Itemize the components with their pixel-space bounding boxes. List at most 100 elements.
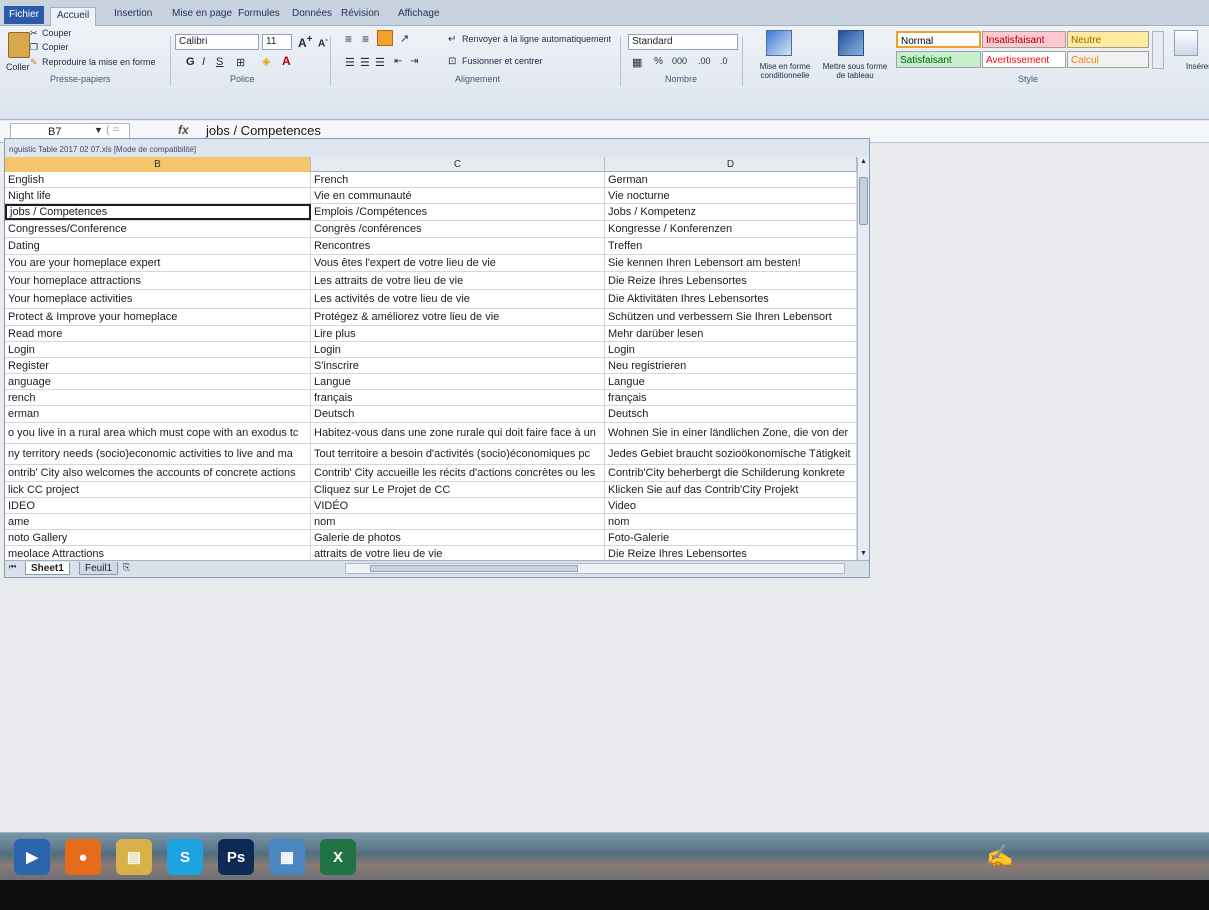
scroll-up-icon[interactable]: ▲ xyxy=(860,158,867,165)
cell-d[interactable]: nom xyxy=(605,514,857,529)
network-icon[interactable]: ▦ xyxy=(269,839,305,875)
cell-d[interactable]: Schützen und verbessern Sie Ihren Lebens… xyxy=(605,309,857,325)
cell-b[interactable]: meolace Attractions xyxy=(5,546,311,560)
column-header-c[interactable]: C xyxy=(311,157,605,172)
orientation-icon[interactable]: ↗ xyxy=(400,32,409,45)
cell-d[interactable]: Deutsch xyxy=(605,406,857,422)
decrease-indent-icon[interactable]: ⇤ xyxy=(394,56,402,67)
cell-d[interactable]: Login xyxy=(605,342,857,357)
excel-icon[interactable]: X xyxy=(320,839,356,875)
cell-b[interactable]: Read more xyxy=(5,326,311,341)
cell-d[interactable]: Klicken Sie auf das Contrib'City Projekt xyxy=(605,482,857,497)
insert-cells-button[interactable]: Insérer xyxy=(1186,62,1209,71)
firefox-icon[interactable]: ● xyxy=(65,839,101,875)
cell-b[interactable]: rench xyxy=(5,390,311,405)
cell-c[interactable]: nom xyxy=(311,514,605,529)
cell-d[interactable]: Foto-Galerie xyxy=(605,530,857,545)
font-color-icon[interactable]: A xyxy=(282,54,291,68)
cell-d[interactable]: Die Aktivitäten Ihres Lebensortes xyxy=(605,290,857,308)
styles-gallery-scroll[interactable] xyxy=(1152,31,1164,69)
decrease-decimal-icon[interactable]: .0 xyxy=(720,56,728,66)
insert-function-button[interactable]: fx xyxy=(178,123,189,137)
tab-data[interactable]: Données xyxy=(292,6,332,22)
align-right-icon[interactable]: ☰ xyxy=(375,56,385,69)
wrap-text-button[interactable]: Renvoyer à la ligne automatiquement xyxy=(462,34,611,44)
cell-c[interactable]: Vie en communauté xyxy=(311,188,605,203)
cell-b[interactable]: jobs / Competences xyxy=(5,204,311,220)
cell-c[interactable]: Vous êtes l'expert de votre lieu de vie xyxy=(311,255,605,271)
format-as-table-button[interactable]: Mettre sous forme de tableau xyxy=(820,62,890,80)
cell-b[interactable]: erman xyxy=(5,406,311,422)
pen-input-icon[interactable]: ✍ xyxy=(986,843,1013,869)
cell-d[interactable]: Wohnen Sie in einer ländlichen Zone, die… xyxy=(605,423,857,443)
cell-c[interactable]: Langue xyxy=(311,374,605,389)
format-painter-icon[interactable]: ✎ xyxy=(30,57,38,68)
column-header-d[interactable]: D xyxy=(605,157,857,172)
sheet-tab-sheet1[interactable]: Sheet1 xyxy=(25,562,70,575)
cell-d[interactable]: Vie nocturne xyxy=(605,188,857,203)
cell-d[interactable]: Jobs / Kompetenz xyxy=(605,204,857,220)
cell-b[interactable]: Protect & Improve your homeplace xyxy=(5,309,311,325)
cell-c[interactable]: Galerie de photos xyxy=(311,530,605,545)
horizontal-scrollbar[interactable] xyxy=(345,563,845,574)
cell-c[interactable]: Les attraits de votre lieu de vie xyxy=(311,272,605,289)
conditional-format-button[interactable]: Mise en forme conditionnelle xyxy=(750,62,820,80)
cell-d[interactable]: français xyxy=(605,390,857,405)
cell-b[interactable]: Congresses/Conference xyxy=(5,221,311,237)
tab-formulas[interactable]: Formules xyxy=(238,6,280,22)
cell-b[interactable]: ontrib' City also welcomes the accounts … xyxy=(5,465,311,481)
explorer-folder-icon[interactable]: ▤ xyxy=(116,839,152,875)
copy-button[interactable]: Copier xyxy=(42,42,69,52)
tab-view[interactable]: Affichage xyxy=(398,6,440,22)
cut-button[interactable]: Couper xyxy=(42,28,72,38)
cell-d[interactable]: Die Reize Ihres Lebensortes xyxy=(605,272,857,289)
tab-page-layout[interactable]: Mise en page xyxy=(172,6,232,22)
cell-c[interactable]: Rencontres xyxy=(311,238,605,254)
tab-home[interactable]: Accueil xyxy=(50,7,97,26)
cell-b[interactable]: anguage xyxy=(5,374,311,389)
cut-icon[interactable]: ✂ xyxy=(30,28,38,39)
cell-c[interactable]: attraits de votre lieu de vie xyxy=(311,546,605,560)
conditional-format-icon[interactable] xyxy=(766,30,792,56)
cell-d[interactable]: Kongresse / Konferenzen xyxy=(605,221,857,237)
cell-d[interactable]: Video xyxy=(605,498,857,513)
tab-file[interactable]: Fichier xyxy=(4,6,45,24)
cell-b[interactable]: ny territory needs (socio)economic activ… xyxy=(5,444,311,464)
format-as-table-icon[interactable] xyxy=(838,30,864,56)
cell-style-warning[interactable]: Avertissement xyxy=(982,51,1066,68)
cell-c[interactable]: Tout territoire a besoin d'activités (so… xyxy=(311,444,605,464)
italic-button[interactable]: I xyxy=(202,56,205,68)
cell-c[interactable]: Contrib' City accueille les récits d'act… xyxy=(311,465,605,481)
cell-style-good[interactable]: Satisfaisant xyxy=(896,51,981,68)
horizontal-scroll-thumb[interactable] xyxy=(370,565,578,572)
cell-d[interactable]: Mehr darüber lesen xyxy=(605,326,857,341)
align-center-icon[interactable]: ☰ xyxy=(360,56,370,69)
cell-b[interactable]: IDEO xyxy=(5,498,311,513)
cell-c[interactable]: Lire plus xyxy=(311,326,605,341)
align-left-icon[interactable]: ☰ xyxy=(345,56,355,69)
vertical-scroll-thumb[interactable] xyxy=(859,177,868,225)
cell-c[interactable]: Cliquez sur Le Projet de CC xyxy=(311,482,605,497)
tab-insert[interactable]: Insertion xyxy=(114,6,152,22)
cell-d[interactable]: German xyxy=(605,172,857,187)
cell-b[interactable]: Your homeplace activities xyxy=(5,290,311,308)
scroll-down-icon[interactable]: ▼ xyxy=(860,550,867,557)
paste-button[interactable]: Coller xyxy=(6,62,30,72)
name-box-dropdown-icon[interactable]: ▼ xyxy=(94,125,103,135)
grow-font-icon[interactable]: A+ xyxy=(298,34,313,50)
align-middle-icon[interactable]: ≡ xyxy=(362,32,369,46)
align-bottom-icon[interactable] xyxy=(377,30,393,46)
underline-button[interactable]: S xyxy=(216,56,223,68)
cell-d[interactable]: Contrib'City beherbergt die Schilderung … xyxy=(605,465,857,481)
cell-c[interactable]: Deutsch xyxy=(311,406,605,422)
cell-b[interactable]: Your homeplace attractions xyxy=(5,272,311,289)
vertical-scrollbar[interactable]: ▲ ▼ xyxy=(857,157,869,562)
cell-b[interactable]: noto Gallery xyxy=(5,530,311,545)
cell-d[interactable]: Sie kennen Ihren Lebensort am besten! xyxy=(605,255,857,271)
cell-b[interactable]: Night life xyxy=(5,188,311,203)
photoshop-icon[interactable]: Ps xyxy=(218,839,254,875)
cell-c[interactable]: Protégez & améliorez votre lieu de vie xyxy=(311,309,605,325)
copy-icon[interactable]: ❐ xyxy=(30,42,38,53)
tab-review[interactable]: Révision xyxy=(341,6,379,22)
cell-b[interactable]: o you live in a rural area which must co… xyxy=(5,423,311,443)
